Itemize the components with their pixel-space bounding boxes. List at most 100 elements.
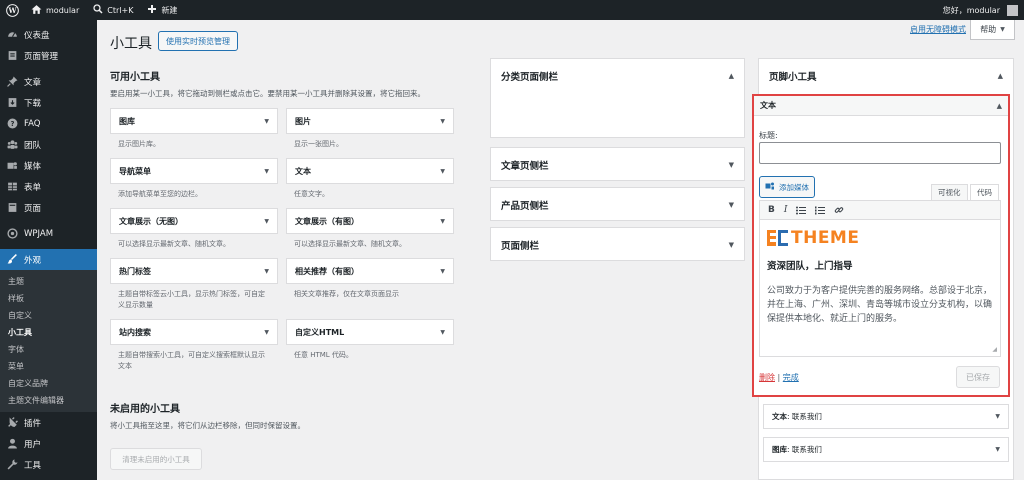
site-name-link[interactable]: modular (24, 0, 86, 20)
numbered-list-icon[interactable] (815, 206, 826, 215)
title-input[interactable] (759, 142, 1001, 164)
chevron-up-icon[interactable]: ▲ (729, 72, 734, 80)
sidebar-title: 分类页面侧栏 (501, 72, 559, 83)
chevron-up-icon[interactable]: ▲ (998, 72, 1003, 80)
chevron-down-icon[interactable]: ▼ (995, 446, 1000, 453)
sidebar-category-page: 分类页面侧栏 ▲ (490, 58, 745, 138)
italic-icon[interactable]: I (784, 205, 788, 215)
editor-paragraph: 公司致力于为客户提供完善的服务网络。总部设于北京，并在上海、广州、深圳、青岛等城… (767, 286, 993, 324)
chevron-up-icon[interactable]: ▲ (997, 102, 1002, 110)
widget-gallery-contact[interactable]: 图库: 联系我们 ▼ (763, 437, 1009, 462)
help-icon: ? (6, 118, 18, 130)
widget-site-search[interactable]: 站内搜索 ▼ 主题自带搜索小工具，可自定义搜索框默认显示文本 (110, 319, 278, 377)
widget-nav-menu[interactable]: 导航菜单 ▼ 添加导航菜单至您的边栏。 (110, 158, 278, 205)
chevron-down-icon[interactable]: ▼ (264, 268, 269, 275)
submenu-customize[interactable]: 自定义 (0, 307, 97, 324)
chevron-down-icon[interactable]: ▼ (264, 218, 269, 225)
widget-text-contact[interactable]: 文本: 联系我们 ▼ (763, 404, 1009, 429)
sidebar-item-tools[interactable]: 工具 (0, 454, 97, 475)
command-palette-link[interactable]: Ctrl+K (86, 0, 140, 20)
chevron-down-icon[interactable]: ▼ (440, 168, 445, 175)
sidebar-item-downloads[interactable]: 下载 (0, 92, 97, 113)
save-button[interactable]: 已保存 (956, 366, 1000, 388)
sidebar-product-page[interactable]: 产品页侧栏 ▼ (490, 187, 745, 221)
submenu-patterns[interactable]: 样板 (0, 290, 97, 307)
chevron-down-icon[interactable]: ▼ (995, 413, 1000, 420)
sidebar-item-team[interactable]: 团队 (0, 134, 97, 155)
tab-visual[interactable]: 可视化 (931, 184, 968, 200)
greeting: 您好，modular (942, 5, 1000, 15)
admin-bar: W modular Ctrl+K 新建 您好，modular (0, 0, 1024, 20)
visual-editor-content[interactable]: THEME 资深团队，上门指导 公司致力于为客户提供完善的服务网络。总部设于北京… (759, 220, 1001, 357)
submenu-custom-brand[interactable]: 自定义品牌 (0, 375, 97, 392)
chevron-down-icon[interactable]: ▼ (729, 161, 734, 169)
sidebar-item-page-management[interactable]: 页面管理 (0, 45, 97, 66)
widget-text[interactable]: 文本 ▼ 任意文字。 (286, 158, 454, 205)
chevron-down-icon[interactable]: ▼ (440, 118, 445, 125)
resize-handle-icon[interactable]: ◢ (992, 346, 997, 353)
chevron-down-icon[interactable]: ▼ (264, 118, 269, 125)
search-shortcut: Ctrl+K (107, 5, 134, 15)
sidebar-item-dashboard[interactable]: 仪表盘 (0, 24, 97, 45)
tab-code[interactable]: 代码 (970, 184, 999, 200)
new-content-link[interactable]: 新建 (140, 0, 184, 20)
text-widget-header[interactable]: 文本 ▲ (754, 96, 1008, 116)
submenu-menus[interactable]: 菜单 (0, 358, 97, 375)
sidebar-item-wpjam[interactable]: WPJAM (0, 223, 97, 244)
done-link[interactable]: 完成 (783, 373, 799, 382)
wordpress-logo-icon[interactable]: W (0, 0, 24, 20)
widget-gallery[interactable]: 图库 ▼ 显示图片库。 (110, 108, 278, 155)
svg-text:W: W (7, 6, 17, 15)
group-icon (6, 139, 18, 151)
add-media-button[interactable]: 添加媒体 (759, 176, 815, 198)
avatar (1007, 4, 1018, 16)
download-icon (6, 97, 18, 109)
theme-logo-text: THEME (791, 228, 860, 248)
editor-toolbar: B I (759, 200, 1001, 220)
submenu-widgets[interactable]: 小工具 (0, 324, 97, 341)
theme-logo: THEME (767, 227, 993, 249)
widget-related-posts[interactable]: 相关推荐（有图） ▼ 相关文章推荐，仅在文章页面显示 (286, 258, 454, 305)
help-tab-button[interactable]: 帮助 ▼ (970, 20, 1015, 40)
svg-text:?: ? (10, 120, 14, 128)
text-widget-editor: 文本 ▲ 标题: 添加媒体 可视化 代码 B I THEME 资深团队，上门指导… (752, 94, 1010, 397)
chevron-down-icon[interactable]: ▼ (264, 168, 269, 175)
sidebar-item-pages[interactable]: 页面 (0, 197, 97, 218)
widget-tag-cloud[interactable]: 热门标签 ▼ 主题自带标签云小工具，显示热门标签，可自定义显示数量 (110, 258, 278, 316)
widget-posts-no-image[interactable]: 文章展示（无图） ▼ 可以选择显示最新文章、随机文章。 (110, 208, 278, 255)
sidebar-item-appearance[interactable]: 外观 (0, 249, 97, 270)
sidebar-item-plugins[interactable]: 插件 (0, 412, 97, 433)
bold-icon[interactable]: B (768, 205, 775, 215)
widget-posts-with-image[interactable]: 文章展示（有图） ▼ 可以选择显示最新文章、随机文章。 (286, 208, 454, 255)
new-label: 新建 (161, 5, 178, 15)
sidebar-item-faq[interactable]: ? FAQ (0, 113, 97, 134)
chevron-down-icon[interactable]: ▼ (440, 218, 445, 225)
submenu-theme-file-editor[interactable]: 主题文件编辑器 (0, 392, 97, 409)
chevron-down-icon[interactable]: ▼ (440, 268, 445, 275)
widget-image[interactable]: 图片 ▼ 显示一张图片。 (286, 108, 454, 155)
sidebar-item-users[interactable]: 用户 (0, 433, 97, 454)
submenu-themes[interactable]: 主题 (0, 273, 97, 290)
appearance-submenu: 主题 样板 自定义 小工具 字体 菜单 自定义品牌 主题文件编辑器 (0, 270, 97, 412)
plugin-icon (6, 417, 18, 429)
user-account-menu[interactable]: 您好，modular (936, 0, 1024, 20)
chevron-down-icon[interactable]: ▼ (729, 201, 734, 209)
delete-link[interactable]: 删除 (759, 373, 775, 382)
clear-inactive-widgets-button[interactable]: 清理未启用的小工具 (110, 448, 202, 470)
chevron-down-icon[interactable]: ▼ (264, 329, 269, 336)
chevron-down-icon[interactable]: ▼ (440, 329, 445, 336)
link-icon[interactable] (834, 205, 844, 215)
widget-custom-html[interactable]: 自定义HTML ▼ 任意 HTML 代码。 (286, 319, 454, 366)
sidebar-item-forms[interactable]: 表单 (0, 176, 97, 197)
chevron-down-icon[interactable]: ▼ (729, 241, 734, 249)
sidebar-article-page[interactable]: 文章页侧栏 ▼ (490, 147, 745, 181)
sidebar-page[interactable]: 页面侧栏 ▼ (490, 227, 745, 261)
sidebar-title: 页脚小工具 (769, 72, 817, 83)
live-preview-button[interactable]: 使用实时预览管理 (158, 31, 238, 51)
pin-icon (6, 76, 18, 88)
accessibility-mode-link[interactable]: 启用无障碍模式 (910, 24, 966, 35)
sidebar-item-media[interactable]: 媒体 (0, 155, 97, 176)
bullet-list-icon[interactable] (796, 206, 807, 215)
sidebar-item-posts[interactable]: 文章 (0, 71, 97, 92)
submenu-fonts[interactable]: 字体 (0, 341, 97, 358)
